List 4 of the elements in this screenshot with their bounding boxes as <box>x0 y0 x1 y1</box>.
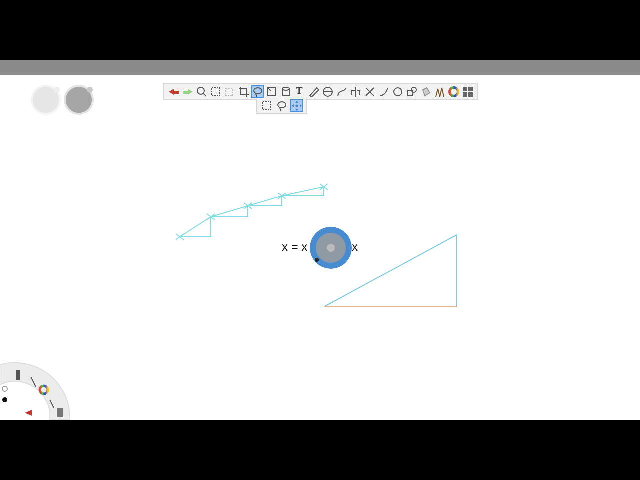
formula-text: x = x <box>282 240 308 254</box>
lagoon-menu-drawing[interactable] <box>0 362 70 420</box>
formula-text: x <box>352 240 358 254</box>
navigation-puck-icon[interactable] <box>310 227 352 269</box>
